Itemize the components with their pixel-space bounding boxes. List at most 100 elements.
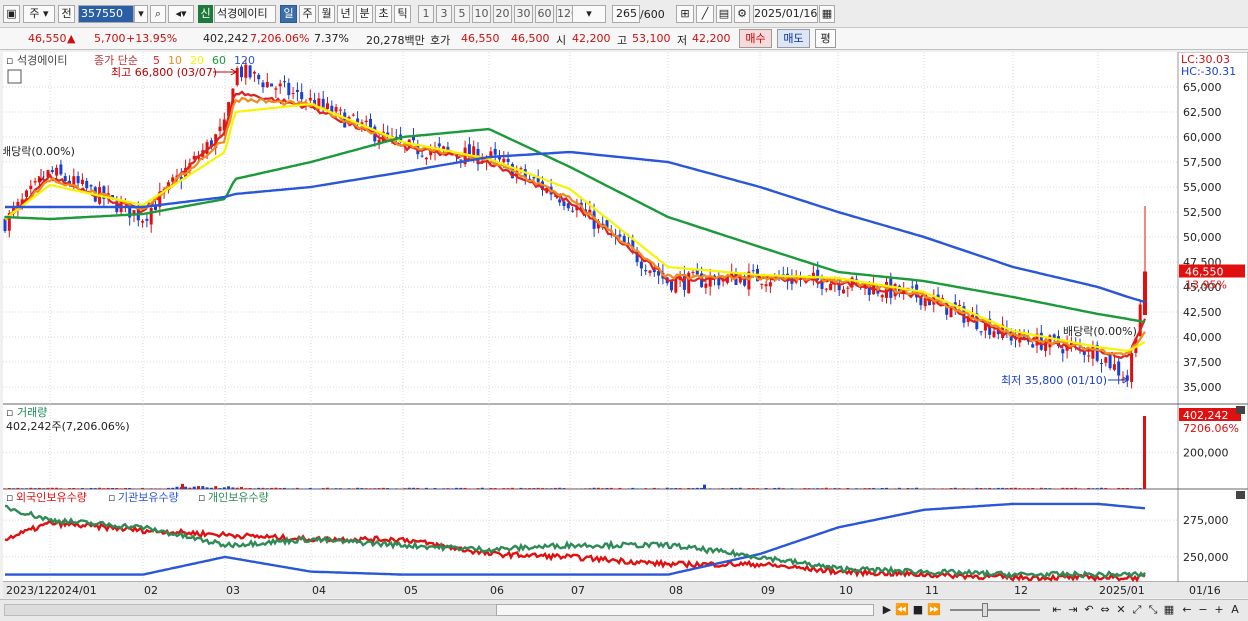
interval-button-30[interactable]: 30 [514, 5, 533, 23]
date-input[interactable]: 2025/01/16 [753, 5, 818, 23]
cross-icon[interactable]: ✕ [1114, 603, 1128, 617]
scroll-right-icon[interactable]: ▶ [880, 603, 894, 617]
scroll-thumb[interactable] [496, 604, 874, 616]
volume-bar [145, 488, 149, 489]
shrink-icon[interactable]: ⤡ [1146, 603, 1160, 617]
chart-area[interactable]: 65,000 62,500 60,000 57,500 55,000 52,500 50,0… [3, 52, 1248, 598]
layout-icon[interactable]: ▣ [3, 5, 20, 23]
volume-bar [910, 488, 914, 489]
volume-bar [188, 487, 192, 489]
period-tab-1[interactable]: 주 [299, 5, 316, 23]
price-change: 5,700 [94, 32, 126, 45]
candle-body [141, 221, 145, 223]
undo-icon[interactable]: ↶ [1082, 603, 1096, 617]
volume-bar [467, 488, 471, 489]
text-icon[interactable]: A [1228, 603, 1242, 617]
market-select[interactable]: 주 ▾ [23, 5, 55, 23]
holding-collapse-icon[interactable] [1236, 491, 1245, 499]
zoom-range-icon[interactable]: ⇤ [1050, 603, 1064, 617]
interval-button-60[interactable]: 60 [535, 5, 554, 23]
volume-bar [519, 487, 523, 489]
price-tick-label-12: 35,000 [1183, 381, 1222, 394]
zoom-out-range-icon[interactable]: ⇥ [1066, 603, 1080, 617]
volume-bar [93, 488, 97, 489]
price-chart[interactable]: 65,000 62,500 60,000 57,500 55,000 52,500 50,0… [3, 52, 1248, 598]
scroll-left-icon[interactable]: ← [1180, 603, 1194, 617]
search-icon[interactable]: ⌕ [150, 5, 166, 23]
volume-bar [12, 488, 16, 489]
interval-button-1[interactable]: 1 [418, 5, 434, 23]
code-dropdown-icon[interactable]: ▾ [134, 5, 148, 23]
calendar-icon[interactable]: ▦ [819, 5, 835, 23]
volume-bar [80, 488, 84, 489]
volume-bar [424, 487, 428, 489]
interval-button-10[interactable]: 10 [472, 5, 491, 23]
period-tab-0[interactable]: 일 [280, 5, 297, 23]
volume-bar [1039, 487, 1043, 489]
volume-bar [175, 486, 179, 489]
candle-body [704, 283, 708, 288]
minus-icon[interactable]: − [1196, 603, 1210, 617]
volume-bar [700, 487, 704, 489]
candle-body [751, 270, 755, 272]
trade-amount: 20,278백만 [366, 34, 425, 47]
volume-bar [506, 488, 510, 489]
x-tick-label-5: 05 [404, 584, 418, 597]
prev-button[interactable]: 전 [58, 5, 75, 23]
buy-button[interactable]: 매수 [739, 29, 772, 48]
expand-icon[interactable]: ⤢ [1130, 603, 1144, 617]
holding-tick-label-1: 250,000 [1183, 551, 1229, 564]
volume-bar [59, 488, 63, 489]
interval-button-20[interactable]: 20 [493, 5, 512, 23]
volume-collapse-icon[interactable] [1236, 406, 1245, 414]
rewind-icon[interactable]: ⏪ [895, 603, 909, 617]
period-tab-5[interactable]: 초 [375, 5, 392, 23]
draw-icon[interactable]: ╱ [696, 5, 714, 23]
chart-scrollbar[interactable]: ▶ ⏪ ■ ⏩ ⇤ ⇥ ↶ ⇔ ✕ ⤢ ⤡ ▦ ← − + A [0, 599, 1248, 621]
volume-bar [717, 488, 721, 489]
period-tab-6[interactable]: 틱 [394, 5, 411, 23]
volume-bar [128, 487, 132, 489]
candle-body [648, 270, 652, 273]
volume-bar [433, 488, 437, 489]
period-tab-2[interactable]: 월 [318, 5, 335, 23]
table-icon[interactable] [7, 69, 22, 84]
chart-type-icon[interactable]: ⊞ [676, 5, 694, 23]
zoom-slider[interactable] [950, 609, 1040, 611]
candle-body [842, 289, 845, 294]
candle-body [149, 208, 153, 225]
period-tab-4[interactable]: 분 [356, 5, 373, 23]
candle-body [768, 282, 772, 287]
last-candle-body [1143, 271, 1147, 315]
volume-bar [278, 488, 282, 489]
volume-current-pct: 7206.06% [1183, 422, 1239, 435]
volume-bar [768, 488, 772, 489]
volume-bar [330, 488, 334, 489]
save-icon[interactable]: ▤ [716, 5, 732, 23]
sell-button[interactable]: 매도 [777, 29, 810, 48]
fit-icon[interactable]: ⇔ [1098, 603, 1112, 617]
volume-bar [747, 488, 751, 489]
interval-button-5[interactable]: 5 [454, 5, 470, 23]
eval-button[interactable]: 평 [815, 29, 836, 48]
candle-body [248, 65, 252, 78]
candle-body [532, 177, 536, 179]
period-tab-3[interactable]: 년 [337, 5, 354, 23]
grid-icon[interactable]: ▦ [1162, 603, 1176, 617]
bar-count-input[interactable]: 265 [612, 5, 640, 23]
speaker-icon[interactable]: ◂▾ [168, 5, 194, 23]
stock-code-input[interactable]: 357550 [78, 5, 134, 23]
gear-icon[interactable]: ⚙ [734, 5, 750, 23]
volume-bar [257, 487, 261, 489]
fast-forward-icon[interactable]: ⏩ [927, 603, 941, 617]
interval-button-3[interactable]: 3 [436, 5, 452, 23]
plus-icon[interactable]: + [1212, 603, 1226, 617]
volume-bar [403, 488, 407, 489]
volume-bar [824, 487, 828, 489]
stop-icon[interactable]: ■ [911, 603, 925, 617]
volume-bar [450, 488, 454, 489]
zoom-handle[interactable] [982, 603, 988, 617]
volume-bar [665, 487, 669, 489]
interval-dropdown[interactable]: ▾ [572, 5, 606, 23]
volume-bar [46, 487, 50, 489]
